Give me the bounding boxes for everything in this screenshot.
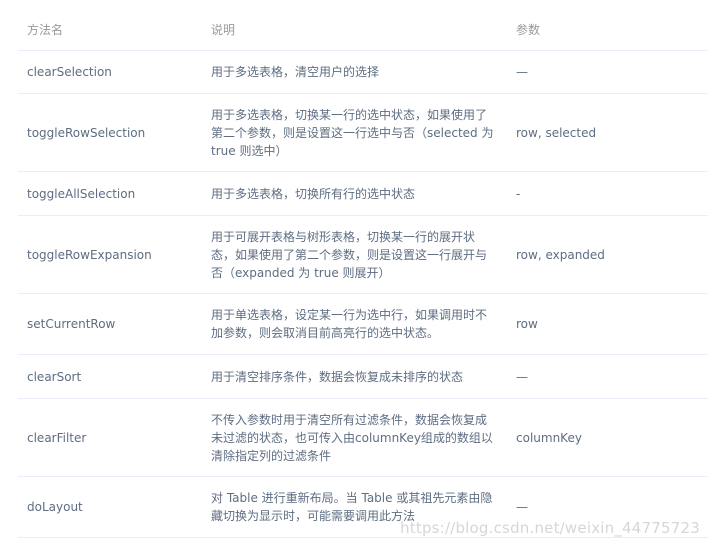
method-description: 用于清空排序条件，数据会恢复成未排序的状态 [202, 354, 507, 399]
method-description: 用于单选表格，设定某一行为选中行，如果调用时不加参数，则会取消目前高亮行的选中状… [202, 293, 507, 355]
method-params: - [507, 171, 708, 216]
method-description: 不传入参数时用于清空所有过滤条件，数据会恢复成未过滤的状态，也可传入由colum… [202, 398, 507, 477]
method-name: toggleRowExpansion [18, 215, 202, 294]
method-params: columnKey [507, 398, 708, 477]
table-row: toggleAllSelection 用于多选表格，切换所有行的选中状态 - [18, 171, 708, 216]
header-method-name: 方法名 [18, 10, 202, 51]
table-row: toggleRowSelection 用于多选表格，切换某一行的选中状态，如果使… [18, 93, 708, 172]
table-row: doLayout 对 Table 进行重新布局。当 Table 或其祖先元素由隐… [18, 476, 708, 538]
method-name: toggleAllSelection [18, 171, 202, 216]
table-row: clearFilter 不传入参数时用于清空所有过滤条件，数据会恢复成未过滤的状… [18, 398, 708, 477]
method-params: — [507, 354, 708, 399]
method-name: clearFilter [18, 398, 202, 477]
header-params: 参数 [507, 10, 708, 51]
method-description: 用于多选表格，切换所有行的选中状态 [202, 171, 507, 216]
method-name: toggleRowSelection [18, 93, 202, 172]
method-params: row, selected [507, 93, 708, 172]
table-header: 方法名 说明 参数 [18, 10, 708, 51]
header-row: 方法名 说明 参数 [18, 10, 708, 51]
method-name: doLayout [18, 476, 202, 538]
method-description: 对 Table 进行重新布局。当 Table 或其祖先元素由隐藏切换为显示时，可… [202, 476, 507, 538]
table-body: clearSelection 用于多选表格，清空用户的选择 — toggleRo… [18, 50, 708, 538]
table-row: toggleRowExpansion 用于可展开表格与树形表格，切换某一行的展开… [18, 215, 708, 294]
method-params: row [507, 293, 708, 355]
method-params: — [507, 50, 708, 94]
method-name: clearSelection [18, 50, 202, 94]
table-row: clearSelection 用于多选表格，清空用户的选择 — [18, 50, 708, 94]
method-description: 用于可展开表格与树形表格，切换某一行的展开状态，如果使用了第二个参数，则是设置这… [202, 215, 507, 294]
method-name: setCurrentRow [18, 293, 202, 355]
method-description: 用于多选表格，清空用户的选择 [202, 50, 507, 94]
table-row: setCurrentRow 用于单选表格，设定某一行为选中行，如果调用时不加参数… [18, 293, 708, 355]
method-params: row, expanded [507, 215, 708, 294]
methods-table: 方法名 说明 参数 clearSelection 用于多选表格，清空用户的选择 … [18, 10, 708, 538]
method-name: clearSort [18, 354, 202, 399]
table-row: clearSort 用于清空排序条件，数据会恢复成未排序的状态 — [18, 354, 708, 399]
method-params: — [507, 476, 708, 538]
header-description: 说明 [202, 10, 507, 51]
method-description: 用于多选表格，切换某一行的选中状态，如果使用了第二个参数，则是设置这一行选中与否… [202, 93, 507, 172]
